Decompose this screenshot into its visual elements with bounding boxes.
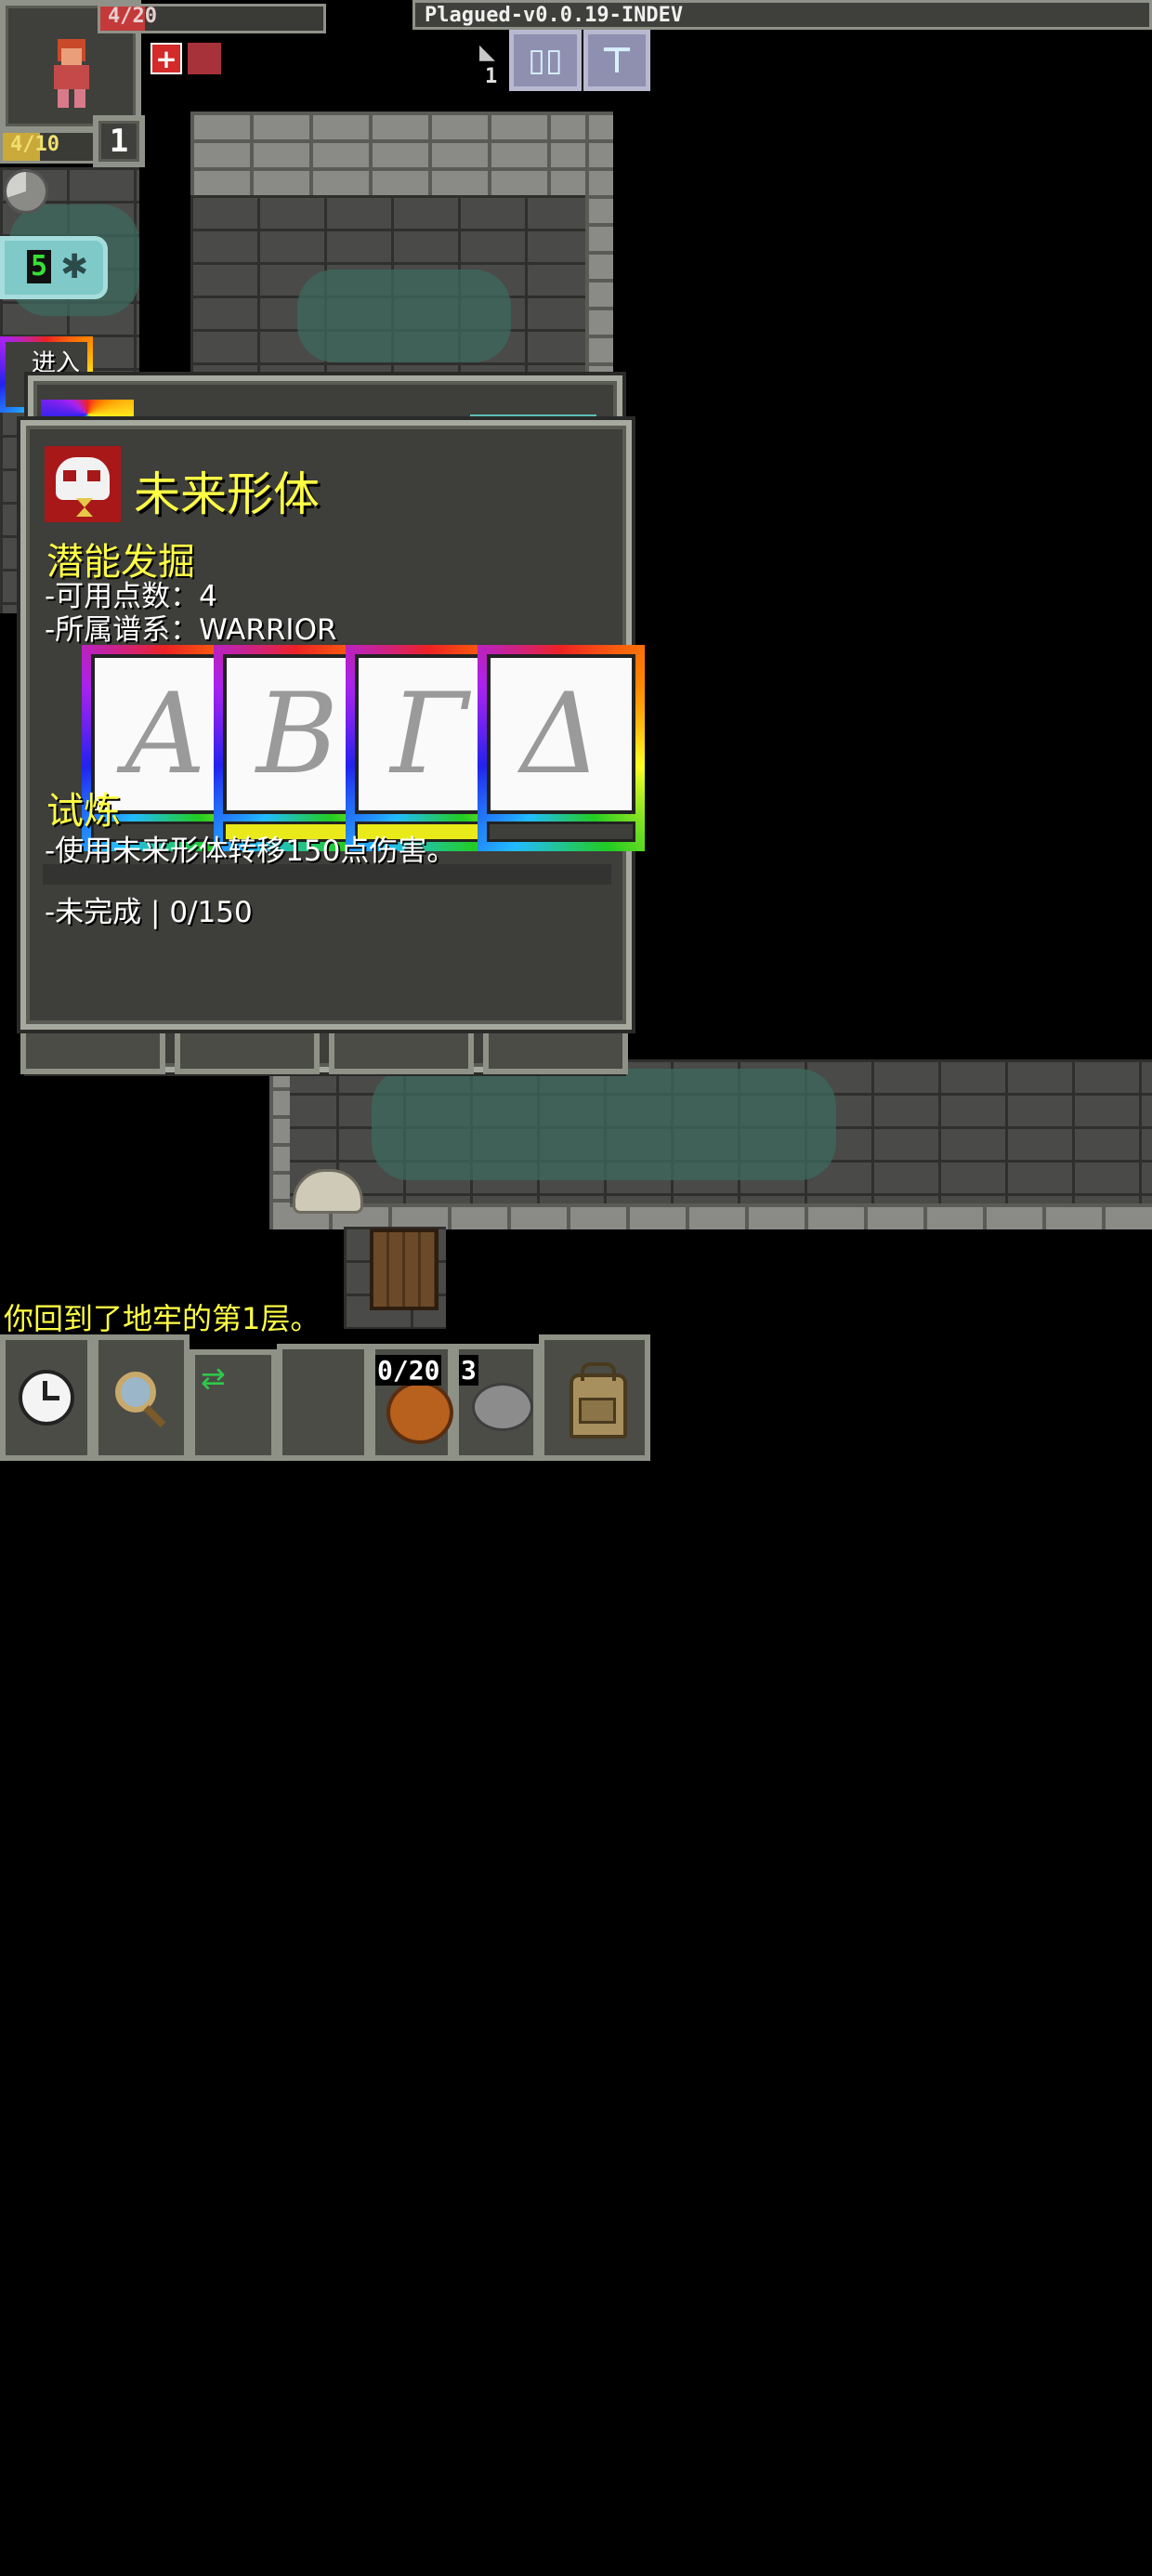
- quickslot-count: 0/20: [375, 1355, 442, 1386]
- depth-text: 1: [485, 65, 498, 88]
- hp-text: 4/20: [108, 5, 157, 28]
- wait-clock-icon: [19, 1370, 74, 1426]
- backdrop-tab-3: [329, 1026, 474, 1074]
- journal-icon: ▯▯: [528, 42, 563, 79]
- rune-card-delta[interactable]: Δ: [478, 645, 645, 851]
- level-text: 1: [109, 123, 129, 160]
- wait-button[interactable]: [0, 1334, 93, 1461]
- backpack-button[interactable]: [539, 1334, 650, 1461]
- dungeon-wall-right: [585, 112, 613, 381]
- trial-desc: -使用未来形体转移150点伤害。: [45, 835, 456, 868]
- trial-status: -未完成 | 0/150: [45, 896, 253, 929]
- menu-icon: ⊤: [600, 40, 634, 81]
- talent-window: 未来形体 潜能发掘 -可用点数：4 -所属谱系：WARRIOR A B Γ Δ …: [20, 420, 645, 1030]
- moss-patch-upper: [297, 269, 511, 362]
- avatar: [50, 39, 93, 108]
- talent-title: 未来形体: [134, 467, 320, 521]
- buff-health-icon[interactable]: +: [151, 43, 182, 74]
- quickslot-1[interactable]: [277, 1344, 370, 1461]
- quickslot-3[interactable]: 3: [453, 1344, 539, 1461]
- bottom-toolbar: [0, 1334, 1152, 2576]
- search-icon: [111, 1368, 171, 1428]
- depth-indicator: ◣ 1: [474, 37, 507, 89]
- menu-button[interactable]: ⊤: [583, 30, 650, 91]
- backpack-icon: [562, 1360, 627, 1439]
- rune-glyph-delta: Δ: [487, 654, 635, 814]
- exp-bar: 4/10: [0, 130, 98, 164]
- moss-patch-lower: [372, 1069, 836, 1180]
- stone-count: 3: [459, 1355, 478, 1386]
- busy-count: 5: [27, 250, 51, 283]
- wooden-door[interactable]: [370, 1229, 439, 1310]
- dungeon-wall-lower-left: [269, 1059, 290, 1227]
- game-clock-icon: [4, 169, 48, 214]
- trial-progress-bar: [43, 864, 611, 885]
- lineage-line: -所属谱系：WARRIOR: [45, 613, 337, 647]
- hp-bar: 4/20: [98, 4, 326, 33]
- dungeon-wall-top: [190, 112, 613, 195]
- waterskin-icon: [386, 1381, 453, 1444]
- rune-bar-delta: [487, 821, 635, 842]
- skull-hourglass-icon: [45, 446, 121, 522]
- log-message: 你回到了地牢的第1层。: [4, 1301, 321, 1336]
- version-text: Plagued-v0.0.19-INDEV: [425, 4, 684, 27]
- backdrop-tab-2: [175, 1026, 320, 1074]
- journal-button[interactable]: ▯▯: [509, 30, 582, 91]
- swap-icon: ⇄: [201, 1360, 226, 1396]
- enter-label: 进入: [32, 349, 81, 377]
- busy-indicator[interactable]: 5 ✱: [0, 236, 108, 299]
- backdrop-tab-4: [483, 1026, 628, 1074]
- backdrop-tab-1: [20, 1026, 165, 1074]
- swap-quickslot-button[interactable]: ⇄: [190, 1349, 277, 1461]
- stone-icon: [472, 1383, 533, 1431]
- buff-boot-icon[interactable]: [188, 43, 221, 74]
- dungeon-wall-lower: [269, 1203, 1152, 1229]
- version-tag: Plagued-v0.0.19-INDEV: [412, 0, 1152, 30]
- search-button[interactable]: [93, 1334, 190, 1461]
- exp-text: 4/10: [10, 133, 59, 156]
- stairs-icon: ◣: [479, 41, 495, 64]
- run-icon: ✱: [60, 248, 89, 286]
- level-badge: 1: [93, 115, 145, 167]
- quickslot-2[interactable]: 0/20: [370, 1344, 453, 1461]
